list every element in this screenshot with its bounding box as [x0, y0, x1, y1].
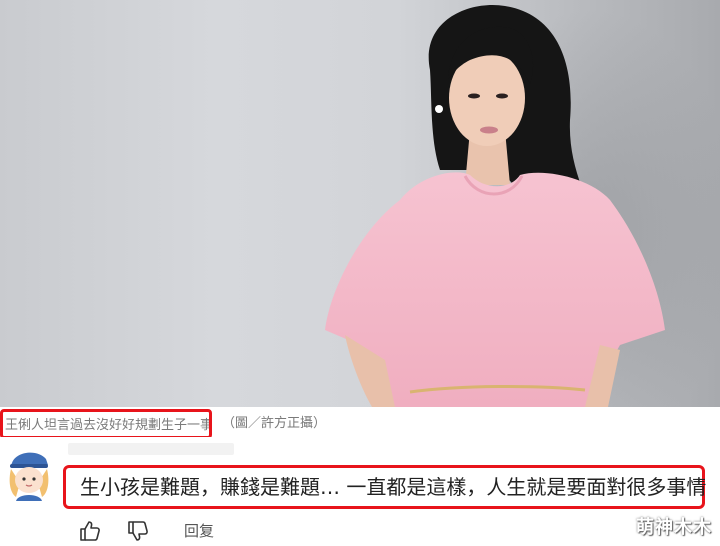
photo-credit: （圖／許方正攝） [222, 416, 327, 431]
avatar[interactable] [4, 447, 54, 501]
reply-button[interactable]: 回复 [184, 520, 214, 542]
photo-caption-highlight: 王俐人坦言過去沒好好規劃生子一事 [0, 409, 212, 439]
article-photo [0, 0, 720, 407]
photo-caption-text: 王俐人坦言過去沒好好規劃生子一事 [5, 418, 212, 433]
comment-highlight: 生小孩是難題，賺錢是難題… 一直都是這樣，人生就是要面對很多事情 [63, 465, 707, 509]
comment-text: 生小孩是難題，賺錢是難題… 一直都是這樣，人生就是要面對很多事情 [80, 475, 707, 499]
watermark-text: 萌神木木 [636, 517, 712, 538]
like-button[interactable] [78, 519, 102, 543]
dislike-button[interactable] [126, 519, 150, 543]
comment-item: 生小孩是難題，賺錢是難題… 一直都是這樣，人生就是要面對很多事情 回复 萌神木木 [0, 437, 720, 546]
username-placeholder [68, 443, 234, 455]
photo-caption-row: 王俐人坦言過去沒好好規劃生子一事 （圖／許方正攝） [0, 407, 720, 439]
thumbs-up-icon [80, 521, 100, 541]
portrait-illustration [325, 4, 720, 407]
cartoon-avatar-icon [9, 452, 49, 501]
thumbs-down-icon [128, 521, 148, 541]
page: 王俐人坦言過去沒好好規劃生子一事 （圖／許方正攝） 生小孩是難題，賺錢是難題… … [0, 0, 720, 546]
